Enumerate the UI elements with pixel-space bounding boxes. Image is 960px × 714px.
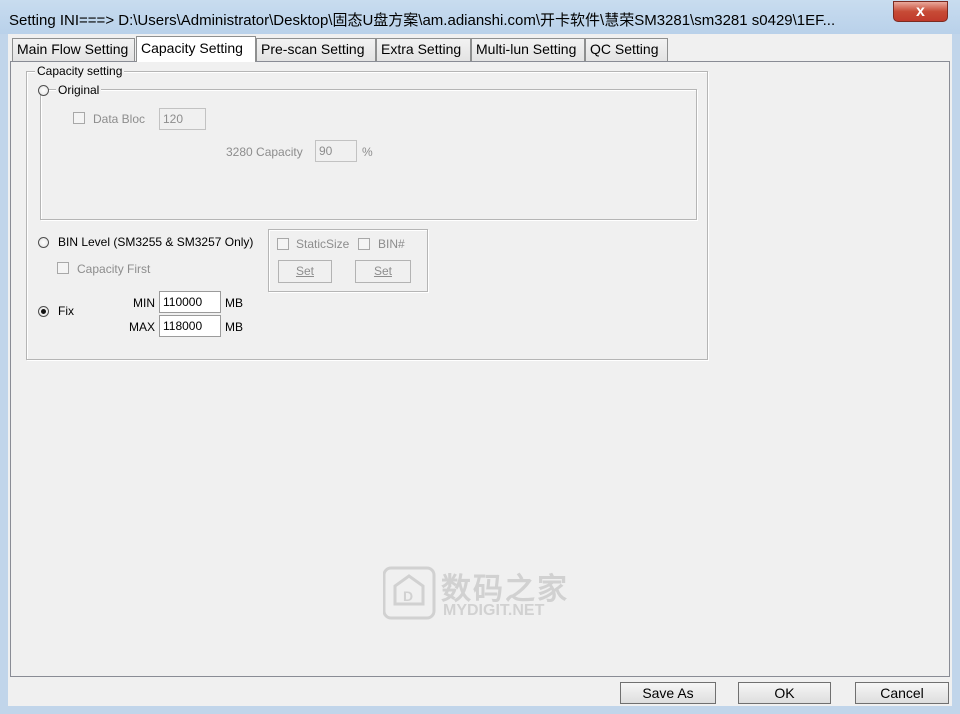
tab-label: Extra Setting (381, 41, 462, 57)
watermark: D 数码之家 MYDIGIT.NET (382, 564, 583, 624)
svg-text:D: D (403, 588, 413, 604)
capacity-first-label: Capacity First (77, 262, 151, 276)
min-label: MIN (133, 296, 155, 310)
capacity-3280-field[interactable]: 90 (315, 140, 357, 162)
capacity-percent-unit: % (362, 145, 373, 159)
tab-label: Pre-scan Setting (261, 41, 365, 57)
title-bar[interactable]: Setting INI===> D:\Users\Administrator\D… (0, 0, 960, 34)
window-frame-right (952, 34, 960, 714)
set-button-label: Set (373, 264, 392, 278)
min-unit-label: MB (225, 296, 243, 310)
fix-radio[interactable] (38, 306, 49, 317)
cancel-label: Cancel (880, 685, 924, 701)
max-unit-label: MB (225, 320, 243, 334)
static-size-checkbox[interactable] (277, 238, 289, 250)
close-button[interactable]: x (893, 1, 948, 22)
bin-number-checkbox[interactable] (358, 238, 370, 250)
save-as-button[interactable]: Save As (620, 682, 716, 704)
ok-button[interactable]: OK (738, 682, 831, 704)
tab-label: QC Setting (590, 41, 659, 57)
capacity-3280-label: 3280 Capacity (226, 145, 303, 159)
bin-set-button[interactable]: Set (355, 260, 411, 283)
tab-label: Capacity Setting (141, 40, 243, 56)
window-frame-left (0, 34, 8, 714)
max-capacity-field[interactable]: 118000 (159, 315, 221, 337)
tab-multi-lun-setting[interactable]: Multi-lun Setting (471, 38, 585, 61)
max-label: MAX (129, 320, 156, 334)
data-bloc-checkbox[interactable] (73, 112, 85, 124)
min-capacity-field[interactable]: 110000 (159, 291, 221, 313)
tab-capacity-setting[interactable]: Capacity Setting (136, 36, 256, 62)
static-size-label: StaticSize (296, 237, 350, 251)
window-frame-bottom (0, 706, 960, 714)
window-title: Setting INI===> D:\Users\Administrator\D… (9, 12, 836, 29)
tab-qc-setting[interactable]: QC Setting (585, 38, 668, 61)
tab-extra-setting[interactable]: Extra Setting (376, 38, 471, 61)
ok-label: OK (774, 685, 795, 701)
data-bloc-field[interactable]: 120 (159, 108, 206, 130)
save-as-label: Save As (642, 685, 694, 701)
static-size-set-button[interactable]: Set (278, 260, 332, 283)
set-button-label: Set (295, 264, 314, 278)
original-label[interactable]: Original (56, 83, 102, 97)
data-bloc-label: Data Bloc (93, 112, 146, 126)
tab-label: Multi-lun Setting (476, 41, 577, 57)
close-icon: x (916, 3, 925, 20)
bin-number-label: BIN# (378, 237, 405, 251)
original-radio[interactable] (38, 85, 49, 96)
capacity-setting-group-label: Capacity setting (35, 64, 125, 78)
bin-level-label[interactable]: BIN Level (SM3255 & SM3257 Only) (58, 235, 253, 249)
cancel-button[interactable]: Cancel (855, 682, 949, 704)
capacity-first-checkbox[interactable] (57, 262, 69, 274)
tab-pre-scan-setting[interactable]: Pre-scan Setting (256, 38, 376, 61)
fix-label[interactable]: Fix (58, 304, 74, 318)
tab-main-flow-setting[interactable]: Main Flow Setting (12, 38, 135, 61)
tab-label: Main Flow Setting (17, 41, 129, 57)
watermark-en-text: MYDIGIT.NET (443, 602, 545, 619)
bin-level-radio[interactable] (38, 237, 49, 248)
